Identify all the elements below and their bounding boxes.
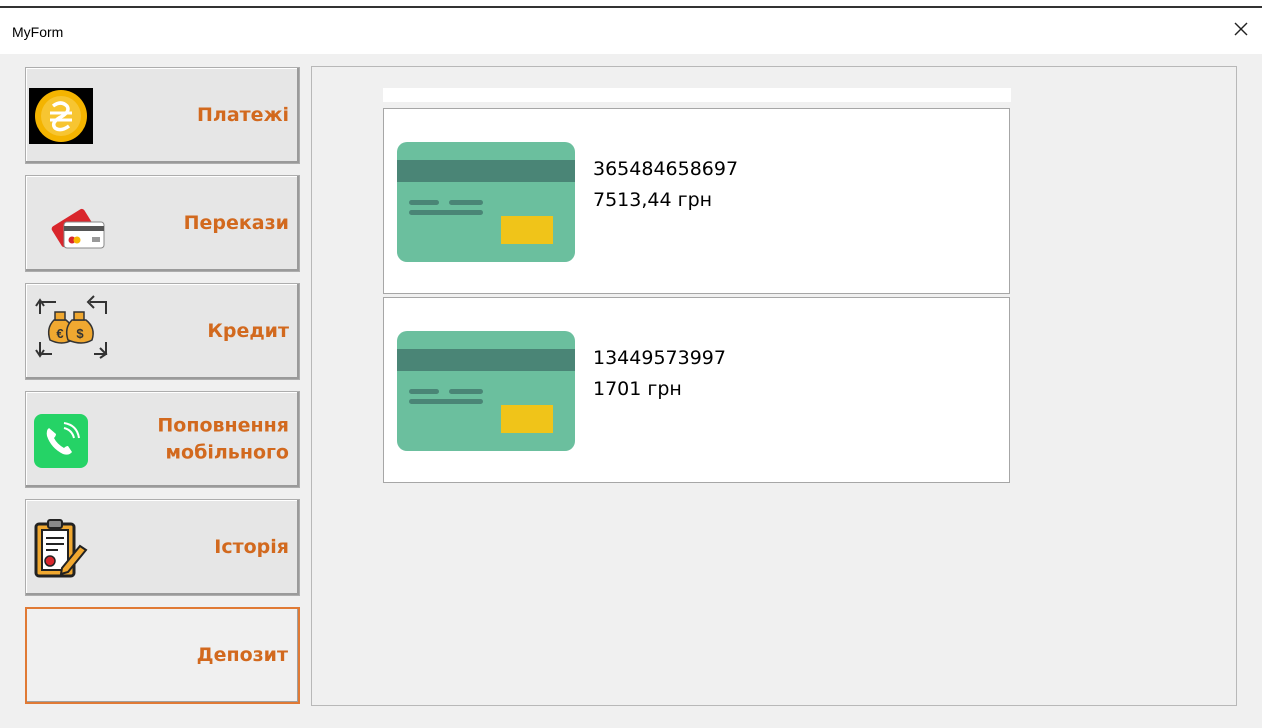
credit-cards-icon [51,208,105,249]
money-bags-exchange-icon: € $ [35,295,108,359]
nav-label-mobile-line1: Поповнення [157,413,289,436]
card-list-item[interactable]: 13449573997 1701 грн [383,297,1010,483]
card-balance: 1701 грн [593,378,682,400]
card-info: 13449573997 1701 грн [593,343,726,405]
title-bar: MyForm [0,8,1262,54]
svg-text:$: $ [76,326,84,341]
card-info: 365484658697 7513,44 грн [593,154,738,216]
nav-label-deposit: Депозит [196,643,288,666]
nav-button-deposit[interactable]: Депозит [25,607,300,704]
nav-label-history: Історія [214,535,289,558]
card-list-item[interactable]: 365484658697 7513,44 грн [383,108,1010,294]
nav-button-history[interactable]: Історія [25,499,300,596]
card-balance: 7513,44 грн [593,189,713,211]
svg-text:€: € [56,326,63,341]
nav-button-transfers[interactable]: Перекази [25,175,300,272]
nav-label-mobile-topup: Поповнення мобільного [119,412,289,467]
window-title: MyForm [12,24,64,40]
nav-button-payments[interactable]: Платежі [25,67,300,164]
phone-icon [34,414,88,468]
clipboard-report-icon [34,519,88,578]
list-header-strip [383,88,1011,102]
nav-button-credit[interactable]: € $ Кредит [25,283,300,380]
card-number: 13449573997 [593,347,726,369]
nav-label-transfers: Перекази [183,211,289,234]
bank-card-icon [397,331,575,451]
nav-button-mobile-topup[interactable]: Поповнення мобільного [25,391,300,488]
nav-label-credit: Кредит [207,319,289,342]
card-number: 365484658697 [593,158,739,180]
nav-label-payments: Платежі [197,103,289,126]
nav-label-mobile-line2: мобільного [165,441,289,464]
bank-card-icon [397,142,575,262]
close-icon[interactable] [1230,18,1252,40]
hryvnia-coin-icon [29,88,93,144]
